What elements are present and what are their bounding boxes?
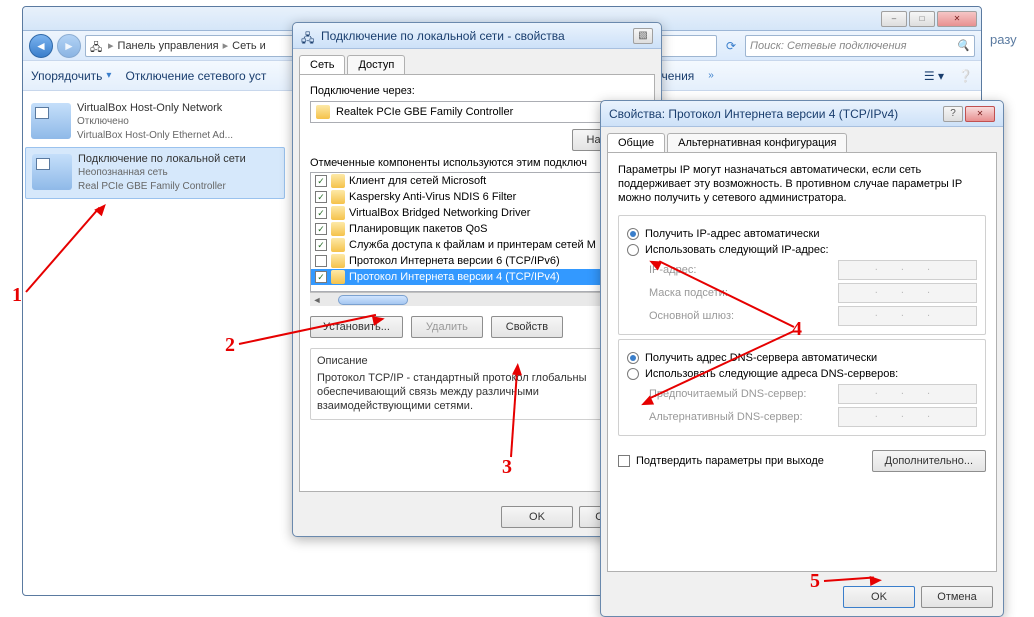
radio-label: Использовать следующий IP-адрес: xyxy=(645,244,829,256)
radio-label: Получить адрес DNS-сервера автоматически xyxy=(645,352,877,364)
cancel-button[interactable]: Отмена xyxy=(921,586,993,608)
alternate-dns-field: . . . xyxy=(838,407,977,427)
maximize-button[interactable]: □ xyxy=(909,11,935,27)
aside-text: разу xyxy=(990,32,1017,47)
component-item[interactable]: ✓Клиент для сетей Microsoft xyxy=(311,173,643,189)
dialog-title: Свойства: Протокол Интернета версии 4 (T… xyxy=(609,107,898,121)
gateway-field: . . . xyxy=(838,306,977,326)
breadcrumb-item[interactable]: Панель управления xyxy=(118,40,219,52)
network-adapter-icon: 🖧 xyxy=(301,29,315,43)
annotation-2: 2 xyxy=(225,334,235,357)
component-item[interactable]: Протокол Интернета версии 6 (TCP/IPv6) xyxy=(311,253,643,269)
dialog-help-button[interactable]: ▧ xyxy=(633,28,653,44)
toolbar-overflow[interactable]: » xyxy=(708,70,714,81)
annotation-3: 3 xyxy=(502,456,512,479)
remove-button: Удалить xyxy=(411,316,483,338)
search-icon: 🔍 xyxy=(956,39,970,52)
component-item[interactable]: ✓VirtualBox Bridged Networking Driver xyxy=(311,205,643,221)
network-icon: 🖧 xyxy=(90,39,104,53)
annotation-1: 1 xyxy=(12,284,22,307)
dialog-help-button[interactable]: ? xyxy=(943,106,963,122)
ipv4-properties-dialog: Свойства: Протокол Интернета версии 4 (T… xyxy=(600,100,1004,617)
description-text: Протокол TCP/IP - стандартный протокол г… xyxy=(317,371,637,413)
connection-adapter: Real PCIe GBE Family Controller xyxy=(78,180,278,194)
nav-forward-button[interactable]: ► xyxy=(57,34,81,58)
connection-item[interactable]: VirtualBox Host-Only Network Отключено V… xyxy=(25,97,285,147)
dialog-title: Подключение по локальной сети - свойства xyxy=(321,29,565,43)
organize-menu[interactable]: Упорядочить ▾ xyxy=(31,69,111,83)
annotation-5: 5 xyxy=(810,570,820,593)
dialog-titlebar[interactable]: Свойства: Протокол Интернета версии 4 (T… xyxy=(601,101,1003,127)
horizontal-scrollbar[interactable]: ◄► xyxy=(310,292,644,306)
radio-manual-dns[interactable]: Использовать следующие адреса DNS-сервер… xyxy=(627,368,977,380)
preferred-dns-field: . . . xyxy=(838,384,977,404)
disable-device-button[interactable]: Отключение сетевого уст xyxy=(125,69,266,83)
radio-label: Использовать следующие адреса DNS-сервер… xyxy=(645,368,898,380)
component-item[interactable]: ✓Планировщик пакетов QoS xyxy=(311,221,643,237)
connect-via-label: Подключение через: xyxy=(310,85,644,97)
tab-alternative[interactable]: Альтернативная конфигурация xyxy=(667,133,847,152)
ip-address-field: . . . xyxy=(838,260,977,280)
radio-label: Получить IP-адрес автоматически xyxy=(645,228,819,240)
advanced-button[interactable]: Дополнительно... xyxy=(872,450,986,472)
refresh-button[interactable]: ⟳ xyxy=(721,36,741,56)
connection-item-selected[interactable]: Подключение по локальной сети Неопознанн… xyxy=(25,147,285,199)
radio-icon xyxy=(627,368,639,380)
nic-icon xyxy=(316,105,330,119)
properties-button[interactable]: Свойств xyxy=(491,316,563,338)
tab-access[interactable]: Доступ xyxy=(347,55,405,74)
component-item[interactable]: ✓Kaspersky Anti-Virus NDIS 6 Filter xyxy=(311,189,643,205)
confirm-on-exit-checkbox[interactable]: Подтвердить параметры при выходе xyxy=(618,455,824,467)
radio-auto-ip[interactable]: Получить IP-адрес автоматически xyxy=(627,228,977,240)
checkbox-label: Подтвердить параметры при выходе xyxy=(636,455,824,467)
description-title: Описание xyxy=(317,355,637,367)
radio-icon xyxy=(627,352,639,364)
close-button[interactable]: ✕ xyxy=(937,11,977,27)
radio-manual-ip[interactable]: Использовать следующий IP-адрес: xyxy=(627,244,977,256)
search-input[interactable]: Поиск: Сетевые подключения 🔍 xyxy=(745,35,975,57)
radio-icon xyxy=(627,228,639,240)
subnet-mask-label: Маска подсети: xyxy=(649,287,838,299)
nav-back-button[interactable]: ◄ xyxy=(29,34,53,58)
arrow-5-head xyxy=(870,575,883,586)
connection-icon xyxy=(32,154,72,190)
radio-auto-dns[interactable]: Получить адрес DNS-сервера автоматически xyxy=(627,352,977,364)
breadcrumb-sep: ▸ xyxy=(223,39,229,52)
adapter-name: Realtek PCIe GBE Family Controller xyxy=(336,106,513,118)
tab-general[interactable]: Общие xyxy=(607,133,665,152)
view-options-icon[interactable]: ☰ ▾ xyxy=(924,69,944,83)
alternate-dns-label: Альтернативный DNS-сервер: xyxy=(649,411,838,423)
connection-icon xyxy=(31,103,71,139)
arrow-3-head xyxy=(512,363,523,376)
minimize-button[interactable]: – xyxy=(881,11,907,27)
breadcrumb-sep: ▸ xyxy=(108,39,114,52)
preferred-dns-label: Предпочитаемый DNS-сервер: xyxy=(649,388,838,400)
ok-button[interactable]: OK xyxy=(843,586,915,608)
breadcrumb-item[interactable]: Сеть и xyxy=(232,40,266,52)
dialog-titlebar[interactable]: 🖧 Подключение по локальной сети - свойст… xyxy=(293,23,661,49)
help-button[interactable]: ❔ xyxy=(958,69,973,83)
intro-text: Параметры IP могут назначаться автоматич… xyxy=(618,163,986,205)
tab-network[interactable]: Сеть xyxy=(299,55,345,74)
connection-title: Подключение по локальной сети xyxy=(78,152,278,166)
search-placeholder: Поиск: Сетевые подключения xyxy=(750,40,907,52)
connection-title: VirtualBox Host-Only Network xyxy=(77,101,279,115)
ok-button[interactable]: OK xyxy=(501,506,573,528)
components-list[interactable]: ✓Клиент для сетей Microsoft ✓Kaspersky A… xyxy=(310,172,644,292)
subnet-mask-field: . . . xyxy=(838,283,977,303)
components-label: Отмеченные компоненты используются этим … xyxy=(310,157,644,169)
connection-status: Неопознанная сеть xyxy=(78,166,278,180)
dialog-close-button[interactable]: ✕ xyxy=(965,106,995,122)
connection-status: Отключено xyxy=(77,115,279,129)
component-item-selected[interactable]: ✓Протокол Интернета версии 4 (TCP/IPv4) xyxy=(311,269,643,285)
connection-adapter: VirtualBox Host-Only Ethernet Ad... xyxy=(77,129,279,143)
adapter-field: Realtek PCIe GBE Family Controller xyxy=(310,101,644,123)
gateway-label: Основной шлюз: xyxy=(649,310,838,322)
checkbox-icon xyxy=(618,455,630,467)
component-item[interactable]: ✓Служба доступа к файлам и принтерам сет… xyxy=(311,237,643,253)
radio-icon xyxy=(627,244,639,256)
